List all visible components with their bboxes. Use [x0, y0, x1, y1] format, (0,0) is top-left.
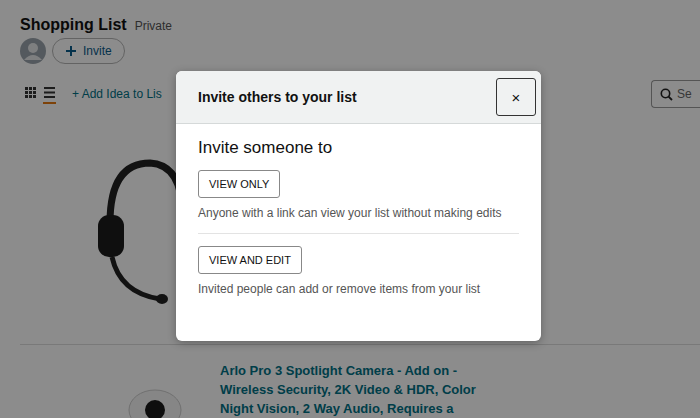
invite-option: VIEW ONLY Anyone with a link can view you…: [198, 170, 519, 234]
invite-dialog: Invite others to your list × Invite someon…: [176, 71, 541, 341]
invite-option-button[interactable]: VIEW AND EDIT: [198, 246, 302, 274]
option-description: Anyone with a link can view your list wi…: [198, 204, 519, 223]
invite-option: VIEW AND EDIT Invited people can add or r…: [198, 234, 519, 309]
dialog-heading: Invite someone to: [198, 138, 519, 158]
option-description: Invited people can add or remove items f…: [198, 280, 519, 299]
dialog-title: Invite others to your list: [198, 89, 357, 105]
invite-option-button[interactable]: VIEW ONLY: [198, 170, 280, 198]
list-page: Shopping ListPrivateInvite+ Add Idea to …: [0, 0, 700, 418]
dialog-header: Invite others to your list ×: [176, 71, 541, 124]
close-button[interactable]: ×: [496, 78, 536, 116]
